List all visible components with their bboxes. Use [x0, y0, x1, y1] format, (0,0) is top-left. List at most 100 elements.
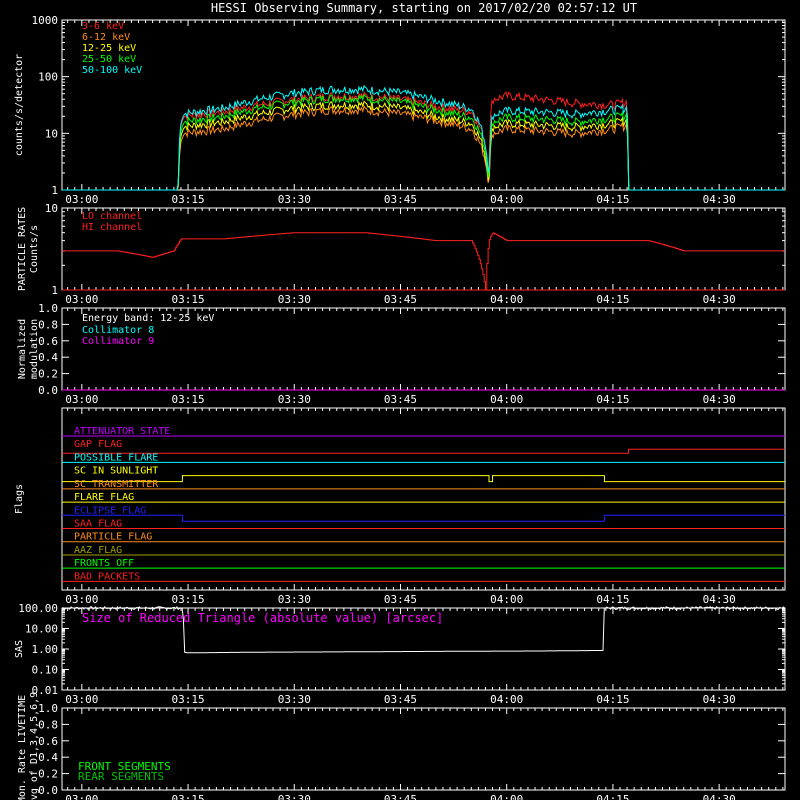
x-tick-label: 03:15	[171, 593, 204, 606]
y-axis-label-2: Counts/s	[29, 225, 40, 273]
x-tick-label: 03:00	[65, 793, 98, 800]
x-tick-label: 03:15	[171, 293, 204, 306]
flag-line	[62, 475, 785, 483]
panel-counts: 03:00 03:15 03:30 03:45 04:00 04:15 04:30 count…	[14, 14, 786, 206]
x-tick-label: 03:00	[65, 393, 98, 406]
x-tick-label: 04:30	[703, 593, 736, 606]
x-tick-label: 03:00	[65, 193, 98, 206]
x-tick-label: 04:00	[490, 393, 523, 406]
flag-label: BAD PACKETS	[74, 571, 140, 582]
x-tick-label: 03:30	[278, 393, 311, 406]
y-tick-label: 0.10	[32, 664, 59, 677]
x-tick-label: 03:45	[384, 393, 417, 406]
energy-band-annotation: Energy band: 12-25 keV	[82, 313, 214, 324]
legend-entry: 25-50 keV	[82, 54, 136, 65]
x-tick-label: 03:30	[278, 293, 311, 306]
y-tick-label: 0.4	[38, 751, 58, 764]
y-tick-label: 0.6	[38, 335, 58, 348]
x-tick-label: 04:00	[490, 693, 523, 706]
y-axis-label: PARTICLE RATES	[17, 207, 28, 291]
x-tick-label: 03:30	[278, 693, 311, 706]
y-tick-label: 1000	[32, 14, 59, 27]
flag-label: ECLIPSE FLAG	[74, 505, 146, 516]
x-tick-label: 03:30	[278, 793, 311, 800]
y-tick-label: 0.2	[38, 768, 58, 781]
y-tick-label: 1.0	[38, 702, 58, 715]
y-tick-label: 0.4	[38, 351, 58, 364]
x-tick-label: 03:15	[171, 393, 204, 406]
x-tick-label: 04:15	[596, 793, 629, 800]
y-tick-label: 100	[38, 71, 58, 84]
x-tick-label: 03:30	[278, 193, 311, 206]
panel-flags: 03:00 03:15 03:30 03:45 04:00 04:15 04:30 Flags…	[14, 407, 786, 606]
x-tick-label: 04:00	[490, 193, 523, 206]
flag-label: POSSIBLE FLARE	[74, 452, 158, 463]
x-tick-label: 03:45	[384, 793, 417, 800]
x-tick-label: 03:00	[65, 293, 98, 306]
panel-modulation: 03:00 03:15 03:30 03:45 04:00 04:15 04:30 Norma…	[17, 302, 786, 406]
x-tick-label: 03:45	[384, 193, 417, 206]
x-tick-label: 04:30	[703, 793, 736, 800]
y-axis-label: counts/s/detector	[14, 54, 25, 156]
series-line	[62, 232, 785, 291]
y-tick-label: 0.8	[38, 718, 58, 731]
legend-entry: LO channel	[82, 211, 142, 222]
plot-frame	[61, 19, 786, 191]
x-tick-label: 04:00	[490, 593, 523, 606]
legend-entry: 12-25 keV	[82, 43, 136, 54]
x-tick-label: 04:15	[596, 193, 629, 206]
legend-entry: 6-12 keV	[82, 32, 130, 43]
flag-label: FRONTS OFF	[74, 558, 134, 569]
x-tick-label: 04:15	[596, 393, 629, 406]
legend-entry: REAR SEGMENTS	[78, 770, 164, 783]
series-line	[62, 84, 785, 191]
x-tick-label: 04:15	[596, 693, 629, 706]
panel-sas: 03:00 03:15 03:30 03:45 04:00 04:15 04:30 SAS 0.…	[14, 602, 786, 706]
legend-entry: Collimator 8	[82, 325, 154, 336]
x-tick-label: 03:45	[384, 293, 417, 306]
flag-label: ATTENUATOR STATE	[74, 426, 170, 437]
series-line	[62, 93, 785, 191]
flag-label: SAA FLAG	[74, 519, 122, 530]
plot-frame	[61, 707, 786, 791]
x-tick-label: 04:30	[703, 293, 736, 306]
flag-label: AAZ FLAG	[74, 545, 122, 556]
legend-entry: 50-100 keV	[82, 65, 142, 76]
x-tick-label: 04:15	[596, 293, 629, 306]
sas-annotation: Size of Reduced Triangle (absolute value…	[82, 611, 443, 625]
x-tick-label: 03:15	[171, 693, 204, 706]
x-tick-label: 03:00	[65, 693, 98, 706]
flag-label: SC IN SUNLIGHT	[74, 466, 158, 477]
hessi-summary-figure: HESSI Observing Summary, starting on 201…	[14, 1, 786, 800]
y-tick-label: 10	[45, 127, 58, 140]
y-tick-label: 0.0	[38, 384, 58, 397]
y-tick-label: 100.00	[18, 602, 58, 615]
y-tick-label: 10.00	[25, 623, 58, 636]
x-tick-label: 03:45	[384, 693, 417, 706]
flag-label: GAP FLAG	[74, 439, 122, 450]
flag-line	[62, 514, 785, 522]
x-tick-label: 04:15	[596, 593, 629, 606]
x-tick-label: 03:15	[171, 193, 204, 206]
series-line	[62, 105, 785, 191]
y-tick-label: 1.00	[32, 643, 59, 656]
panel-livetime: 03:00 03:15 03:30 03:45 04:00 04:15 04:30 Mon. …	[17, 692, 786, 800]
legend-entry: Collimator 9	[82, 336, 154, 347]
y-tick-label: 0.6	[38, 735, 58, 748]
y-axis-label: Normalized	[17, 319, 28, 379]
y-tick-label: 0.8	[38, 318, 58, 331]
flag-line	[62, 448, 785, 454]
y-tick-label: 0.0	[38, 784, 58, 797]
flag-label: FLARE FLAG	[74, 492, 134, 503]
plot-frame	[61, 407, 786, 591]
legend-entry: 3-6 keV	[82, 21, 124, 32]
y-tick-label: 1	[51, 184, 58, 197]
y-axis-label: Mon. Rate LIVETIME	[17, 695, 28, 800]
y-tick-label: 1.0	[38, 302, 58, 315]
x-tick-label: 04:00	[490, 293, 523, 306]
y-tick-label: 1	[51, 284, 58, 297]
x-tick-label: 03:30	[278, 593, 311, 606]
legend-entry: HI channel	[82, 222, 142, 233]
y-tick-label: 10	[45, 202, 58, 215]
x-tick-label: 04:30	[703, 193, 736, 206]
